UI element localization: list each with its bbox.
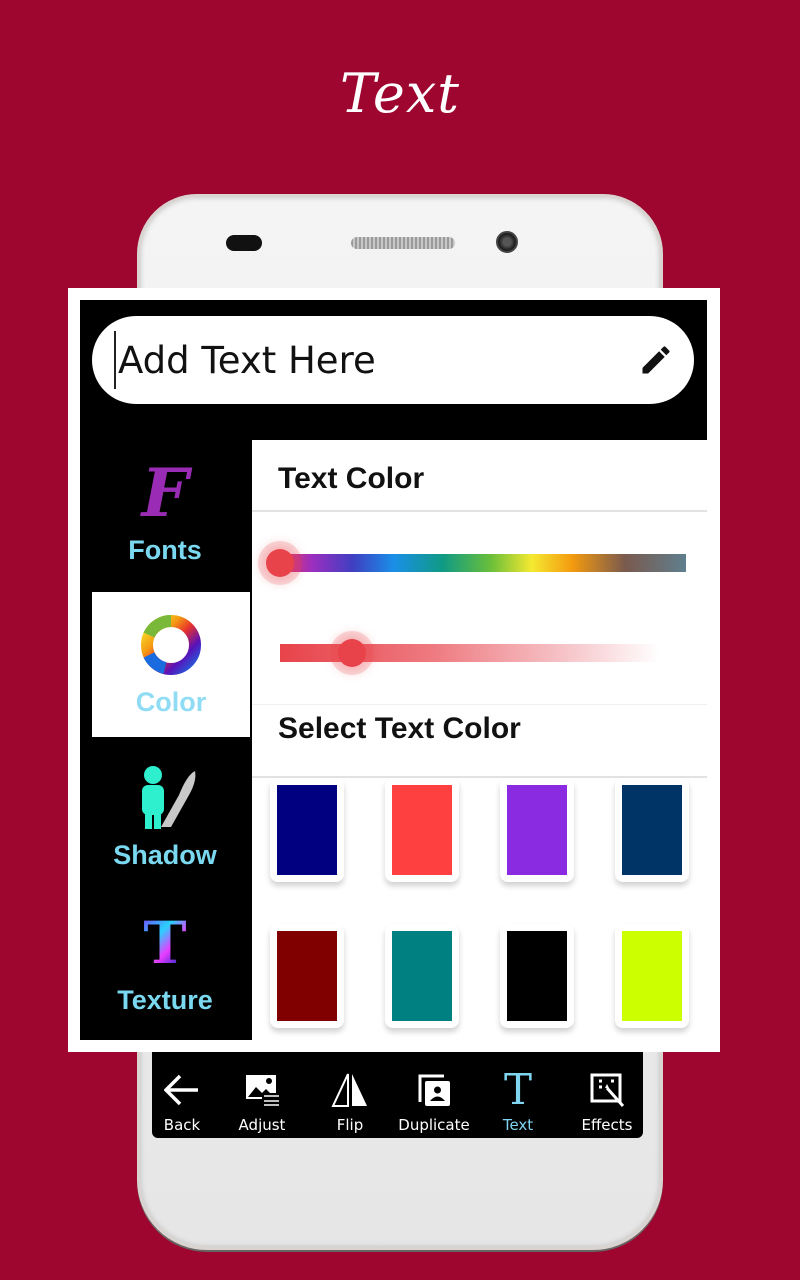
adjust-image-icon [246,1075,280,1107]
opacity-slider-track[interactable] [280,644,660,662]
color-swatch[interactable] [270,924,344,1028]
toolbar-effects[interactable]: Effects [580,1052,634,1138]
flip-icon [331,1073,367,1107]
color-swatch[interactable] [500,778,574,882]
phone-sensor [226,235,262,251]
sidebar-item-color[interactable]: Color [92,592,250,737]
sidebar-item-label: Texture [117,985,213,1015]
sidebar-item-texture[interactable]: T Texture [80,890,250,1035]
opacity-slider-thumb[interactable] [338,639,367,667]
phone-camera [496,231,518,253]
toolbar-text[interactable]: T Text [496,1052,540,1138]
color-swatch[interactable] [385,778,459,882]
toolbar-label: Adjust [238,1116,286,1134]
sidebar-item-label: Color [135,687,207,717]
color-swatch[interactable] [385,924,459,1028]
toolbar-label: Back [163,1116,201,1134]
duplicate-icon [418,1074,450,1106]
bottom-toolbar: Back Adjust Flip Duplicate T Text Effect… [152,1052,643,1138]
color-swatch[interactable] [615,924,689,1028]
panel-inner: F Fonts [80,300,707,1040]
pencil-icon[interactable] [638,342,674,378]
text-color-title: Text Color [278,462,425,495]
divider [252,704,707,705]
text-input-container[interactable] [92,316,694,404]
sidebar-item-shadow[interactable]: Shadow [80,745,250,890]
texture-icon: T [143,909,187,977]
color-swatch[interactable] [270,778,344,882]
fonts-icon: F [141,454,189,532]
shadow-icon [142,766,196,829]
color-content: Text Color Select Text Color [252,440,707,1040]
phone-earpiece [351,237,455,249]
effects-icon [590,1073,625,1107]
color-swatch[interactable] [615,778,689,882]
hue-slider-thumb[interactable] [266,549,294,577]
toolbar-label: Text [502,1116,534,1134]
swatch-fill [622,931,682,1021]
sidebar-item-label: Shadow [113,840,217,870]
swatch-fill [507,785,567,875]
page-title: Text [340,62,460,125]
swatch-fill [622,785,682,875]
toolbar-flip[interactable]: Flip [324,1052,376,1138]
text-editor-panel: F Fonts [68,288,720,1052]
toolbar-adjust[interactable]: Adjust [234,1052,290,1138]
color-wheel-icon [141,614,201,675]
toolbar-label: Effects [581,1116,633,1134]
divider [252,510,707,512]
back-arrow-icon [164,1074,198,1106]
hue-slider-track[interactable] [280,554,686,572]
toolbar-label: Flip [336,1116,364,1134]
sidebar-item-label: Fonts [128,535,202,565]
swatch-fill [392,785,452,875]
select-text-color-title: Select Text Color [278,712,521,745]
swatch-fill [277,785,337,875]
swatch-fill [277,931,337,1021]
text-input[interactable] [114,331,634,389]
text-icon: T [503,1065,532,1114]
toolbar-back[interactable]: Back [158,1052,206,1138]
toolbar-label: Duplicate [398,1116,470,1134]
toolbar-duplicate[interactable]: Duplicate [396,1052,472,1138]
swatch-fill [392,931,452,1021]
sidebar: F Fonts Color Shadow T Texture [80,440,250,1040]
swatch-fill [507,931,567,1021]
sidebar-item-fonts[interactable]: F Fonts [80,440,250,585]
color-swatch[interactable] [500,924,574,1028]
